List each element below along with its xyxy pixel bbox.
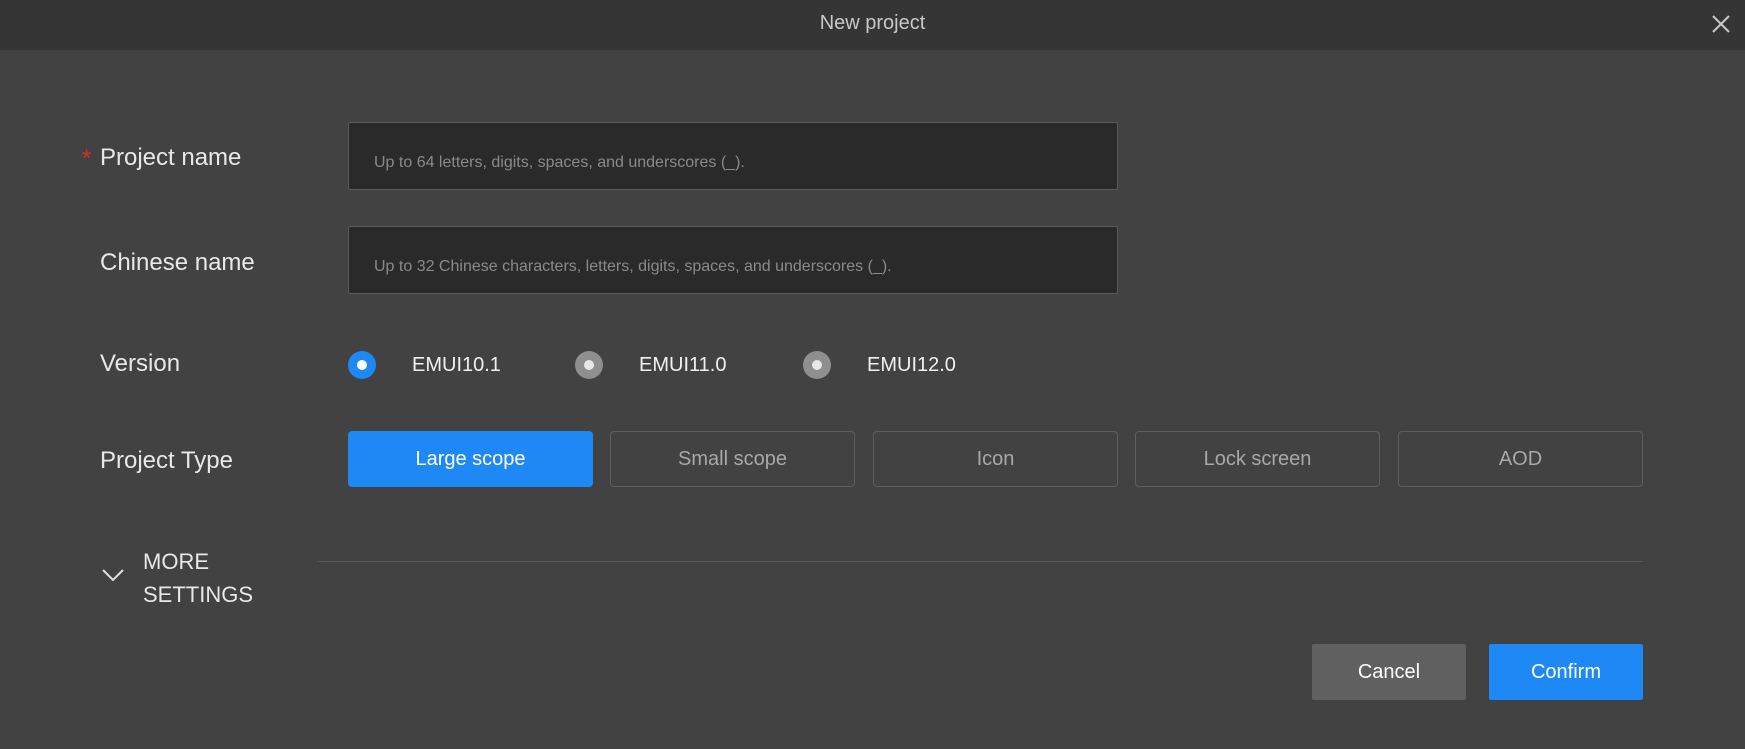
project-type-lock-screen-button[interactable]: Lock screen	[1135, 431, 1380, 487]
project-type-label: Project Type	[100, 447, 233, 474]
version-option-label: EMUI12.0	[867, 353, 956, 376]
cancel-button[interactable]: Cancel	[1312, 644, 1466, 700]
required-indicator: *	[82, 145, 92, 172]
title-bar: New project	[0, 0, 1745, 50]
more-settings-toggle[interactable]: MORE SETTINGS	[100, 545, 300, 615]
project-name-input[interactable]	[348, 122, 1118, 190]
chevron-down-icon	[102, 569, 124, 582]
version-option-label: EMUI10.1	[412, 353, 501, 376]
dialog-title: New project	[819, 12, 926, 34]
close-icon	[1712, 15, 1730, 33]
more-settings-label-line2: SETTINGS	[143, 582, 254, 607]
chinese-name-input[interactable]	[348, 226, 1118, 294]
version-radio-emui10-1[interactable]: EMUI10.1	[348, 350, 501, 380]
version-label: Version	[100, 350, 181, 377]
new-project-dialog: New project * Project name Chinese name …	[0, 0, 1745, 749]
radio-unchecked-icon	[575, 351, 603, 379]
project-type-large-scope-button[interactable]: Large scope	[348, 431, 593, 487]
close-button[interactable]	[1705, 8, 1737, 40]
more-settings-label: MORE SETTINGS	[143, 545, 303, 611]
chinese-name-label: Chinese name	[100, 249, 255, 276]
more-settings-divider	[318, 561, 1643, 562]
project-type-small-scope-button[interactable]: Small scope	[610, 431, 855, 487]
project-type-aod-button[interactable]: AOD	[1398, 431, 1643, 487]
project-name-label: Project name	[100, 144, 242, 171]
confirm-button[interactable]: Confirm	[1489, 644, 1643, 700]
version-radio-emui11-0[interactable]: EMUI11.0	[575, 350, 726, 380]
project-type-icon-button[interactable]: Icon	[873, 431, 1118, 487]
version-option-label: EMUI11.0	[639, 353, 727, 376]
radio-unchecked-icon	[803, 351, 831, 379]
version-radio-emui12-0[interactable]: EMUI12.0	[803, 350, 956, 380]
more-settings-label-line1: MORE	[143, 549, 209, 574]
radio-checked-icon	[348, 351, 376, 379]
